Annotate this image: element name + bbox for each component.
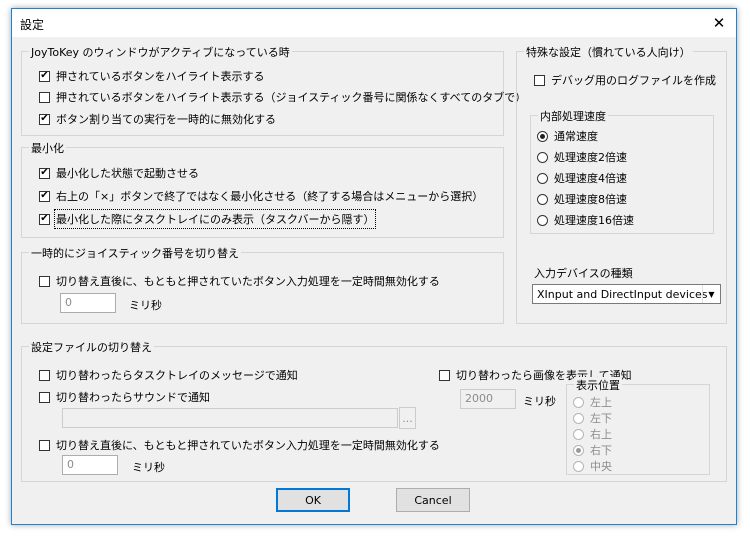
active-window-legend: JoyToKey のウィンドウがアクティブになっている時: [29, 44, 292, 60]
temp-switch-group: 一時的にジョイスティック番号を切り替え 切り替え直後に、もともと押されていたボタ…: [21, 245, 504, 324]
checkbox-box[interactable]: [39, 275, 50, 287]
checkbox-box[interactable]: [39, 91, 50, 103]
ok-button[interactable]: OK: [276, 488, 350, 512]
browse-sound-button[interactable]: ...: [399, 407, 416, 429]
speed-option-4x[interactable]: 処理速度4倍速: [537, 170, 627, 186]
settings-dialog: 設定 ✕ JoyToKey のウィンドウがアクティブになっている時 ✔ 押されて…: [11, 8, 737, 525]
temp-ms-input[interactable]: 0: [60, 293, 116, 313]
radio-button[interactable]: [573, 428, 584, 440]
checkbox-label: 切り替わったらサウンドで通知: [56, 391, 210, 404]
image-ms-input[interactable]: 2000: [460, 389, 516, 409]
display-position-legend: 表示位置: [574, 377, 622, 393]
chevron-down-icon[interactable]: ▼: [702, 285, 720, 303]
minimize-group: 最小化 ✔ 最小化した状態で起動させる ✔ 右上の「×」ボタンで終了ではなく最小…: [21, 140, 504, 238]
checkbox-box[interactable]: [39, 369, 50, 381]
display-position-group: 表示位置 左上 左下 右上 右下 中央: [566, 377, 710, 475]
checkbox-box[interactable]: ✔: [39, 70, 50, 82]
config-disable-input-checkbox[interactable]: 切り替え直後に、もともと押されていたボタン入力処理を一定時間無効化する: [39, 437, 440, 453]
sound-path-input[interactable]: [62, 408, 398, 428]
disable-assignment-checkbox[interactable]: ✔ ボタン割り当ての実行を一時的に無効化する: [39, 111, 276, 127]
radio-label: 通常速度: [554, 130, 598, 143]
device-type-value: XInput and DirectInput devices: [537, 288, 708, 301]
position-center[interactable]: 中央: [573, 458, 612, 474]
tray-notify-checkbox[interactable]: 切り替わったらタスクトレイのメッセージで通知: [39, 367, 298, 383]
device-type-select[interactable]: XInput and DirectInput devices ▼: [532, 284, 721, 304]
speed-option-normal[interactable]: 通常速度: [537, 128, 598, 144]
active-window-group: JoyToKey のウィンドウがアクティブになっている時 ✔ 押されているボタン…: [21, 44, 526, 136]
radio-button[interactable]: [573, 460, 584, 472]
checkbox-box[interactable]: ✔: [39, 190, 50, 202]
checkbox-label: 切り替わったらタスクトレイのメッセージで通知: [56, 369, 298, 382]
checkbox-box[interactable]: ✔: [39, 113, 50, 125]
checkbox-label: デバッグ用のログファイルを作成: [551, 74, 716, 87]
radio-label: 処理速度4倍速: [554, 172, 627, 185]
title-bar: 設定 ✕: [12, 9, 736, 37]
image-ms-unit: ミリ秒: [523, 395, 556, 408]
checkbox-label: ボタン割り当ての実行を一時的に無効化する: [56, 113, 276, 126]
close-minimizes-checkbox[interactable]: ✔ 右上の「×」ボタンで終了ではなく最小化させる（終了する場合はメニューから選択…: [39, 188, 483, 204]
debug-log-checkbox[interactable]: デバッグ用のログファイルを作成: [534, 72, 716, 88]
config-switch-group: 設定ファイルの切り替え 切り替わったらタスクトレイのメッセージで通知 切り替わっ…: [21, 339, 727, 482]
radio-label: 左上: [590, 396, 612, 409]
radio-label: 左下: [590, 412, 612, 425]
position-top-right[interactable]: 右上: [573, 426, 612, 442]
checkbox-label: 切り替え直後に、もともと押されていたボタン入力処理を一定時間無効化する: [56, 439, 440, 452]
radio-button[interactable]: [573, 396, 584, 408]
speed-option-16x[interactable]: 処理速度16倍速: [537, 212, 634, 228]
config-switch-legend: 設定ファイルの切り替え: [29, 339, 154, 355]
config-ms-unit: ミリ秒: [132, 461, 165, 474]
checkbox-label: 最小化した際にタスクトレイにのみ表示（タスクバーから隠す）: [53, 209, 377, 229]
checkbox-label: 右上の「×」ボタンで終了ではなく最小化させる（終了する場合はメニューから選択）: [56, 190, 484, 203]
checkbox-box[interactable]: ✔: [39, 167, 50, 179]
special-settings-group: 特殊な設定（慣れている人向け） デバッグ用のログファイルを作成 内部処理速度 通…: [516, 44, 727, 324]
radio-button[interactable]: [537, 172, 548, 184]
minimize-legend: 最小化: [29, 140, 66, 156]
tray-only-checkbox[interactable]: ✔ 最小化した際にタスクトレイにのみ表示（タスクバーから隠す）: [39, 209, 377, 229]
highlight-all-tabs-checkbox[interactable]: 押されているボタンをハイライト表示する（ジョイスティック番号に関係なくすべてのタ…: [39, 89, 526, 105]
radio-dot: [576, 447, 581, 453]
radio-button[interactable]: [573, 444, 584, 456]
checkbox-box[interactable]: ✔: [39, 213, 50, 225]
highlight-buttons-checkbox[interactable]: ✔ 押されているボタンをハイライト表示する: [39, 68, 264, 84]
radio-button[interactable]: [537, 214, 548, 226]
radio-dot: [540, 133, 545, 139]
special-settings-legend: 特殊な設定（慣れている人向け）: [524, 44, 693, 60]
device-type-label: 入力デバイスの種類: [534, 267, 633, 280]
radio-button[interactable]: [573, 412, 584, 424]
radio-label: 処理速度16倍速: [554, 214, 634, 227]
checkbox-label: 最小化した状態で起動させる: [56, 167, 199, 180]
radio-button[interactable]: [537, 193, 548, 205]
checkbox-box[interactable]: [534, 74, 545, 86]
checkbox-label: 押されているボタンをハイライト表示する: [56, 70, 265, 83]
radio-label: 中央: [590, 460, 612, 473]
position-top-left[interactable]: 左上: [573, 394, 612, 410]
speed-group: 内部処理速度 通常速度 処理速度2倍速 処理速度4倍速 処理速度8倍速 処理速度…: [530, 108, 714, 234]
radio-label: 右上: [590, 428, 612, 441]
checkbox-box[interactable]: [439, 369, 450, 381]
window-title: 設定: [20, 18, 45, 32]
radio-button[interactable]: [537, 151, 548, 163]
radio-label: 処理速度2倍速: [554, 151, 627, 164]
checkbox-label: 押されているボタンをハイライト表示する（ジョイスティック番号に関係なくすべてのタ…: [56, 91, 527, 104]
speed-legend: 内部処理速度: [538, 108, 608, 124]
speed-option-8x[interactable]: 処理速度8倍速: [537, 191, 627, 207]
position-bottom-right[interactable]: 右下: [573, 442, 612, 458]
temp-ms-unit: ミリ秒: [129, 299, 162, 312]
temp-disable-input-checkbox[interactable]: 切り替え直後に、もともと押されていたボタン入力処理を一定時間無効化する: [39, 273, 440, 289]
speed-option-2x[interactable]: 処理速度2倍速: [537, 149, 627, 165]
cancel-button[interactable]: Cancel: [396, 488, 470, 512]
config-ms-input[interactable]: 0: [62, 455, 118, 475]
radio-label: 右下: [590, 444, 612, 457]
checkbox-box[interactable]: [39, 391, 50, 403]
radio-button[interactable]: [537, 130, 548, 142]
close-icon[interactable]: ✕: [702, 9, 736, 37]
position-bottom-left[interactable]: 左下: [573, 410, 612, 426]
checkbox-box[interactable]: [39, 439, 50, 451]
checkbox-label: 切り替え直後に、もともと押されていたボタン入力処理を一定時間無効化する: [56, 275, 440, 288]
radio-label: 処理速度8倍速: [554, 193, 627, 206]
start-minimized-checkbox[interactable]: ✔ 最小化した状態で起動させる: [39, 165, 199, 181]
sound-notify-checkbox[interactable]: 切り替わったらサウンドで通知: [39, 389, 210, 405]
temp-switch-legend: 一時的にジョイスティック番号を切り替え: [29, 245, 242, 261]
